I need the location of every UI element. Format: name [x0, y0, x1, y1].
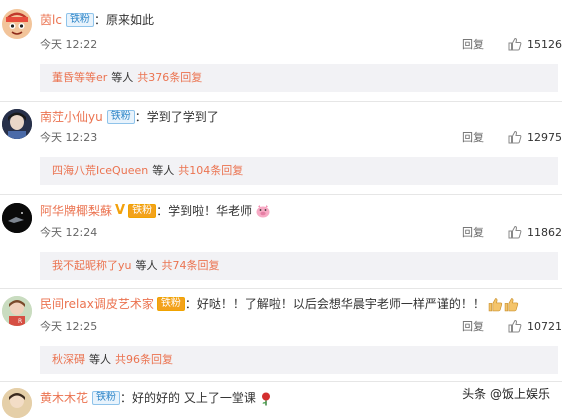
comment-text: ：学到了学到了 — [134, 110, 219, 124]
reply-etc: 等人 — [89, 353, 111, 366]
comment-time: 今天 12:25 — [40, 320, 98, 333]
avatar[interactable] — [2, 388, 32, 418]
svg-text:R: R — [18, 318, 22, 325]
like-thumb-icon[interactable] — [508, 225, 522, 239]
reply-user[interactable]: 秋深碍 — [52, 353, 85, 366]
username[interactable]: 民间relax调皮艺术家 — [40, 295, 154, 313]
reply-count-link[interactable]: 共96条回复 — [115, 353, 173, 366]
reply-etc: 等人 — [111, 71, 134, 84]
like-count: 11862 — [527, 226, 562, 239]
reply-count-link[interactable]: 共104条回复 — [178, 164, 243, 177]
reply-summary[interactable]: 我不起昵称了yu 等人 共74条回复 — [40, 252, 558, 280]
username[interactable]: 南茳小仙yu — [40, 108, 103, 126]
fan-badge[interactable]: 铁粉 — [128, 204, 157, 218]
reply-user[interactable]: 董昏等等er — [52, 71, 107, 84]
watermark: 头条 @饭上娱乐 — [458, 384, 554, 403]
fan-badge[interactable]: 铁粉 — [92, 391, 121, 405]
reply-user[interactable]: 四海八荒IceQueen — [52, 164, 148, 177]
reply-button[interactable]: 回复 — [462, 38, 484, 52]
fan-badge[interactable]: 铁粉 — [106, 110, 135, 124]
reply-summary[interactable]: 董昏等等er 等人 共376条回复 — [40, 64, 558, 92]
username[interactable]: 茵lc — [40, 11, 62, 29]
avatar[interactable] — [2, 109, 32, 139]
like-count: 12975 — [527, 131, 562, 144]
thumbs-up-emoji-icon — [488, 297, 503, 311]
reply-count-link[interactable]: 共376条回复 — [137, 71, 202, 84]
reply-summary[interactable]: 四海八荒IceQueen 等人 共104条回复 — [40, 157, 558, 185]
pig-emoji-icon — [256, 205, 270, 218]
like-count: 10721 — [527, 320, 562, 333]
rose-emoji-icon — [261, 392, 270, 405]
reply-button[interactable]: 回复 — [462, 226, 484, 240]
username[interactable]: 阿华牌椰梨蘇 — [40, 202, 112, 220]
divider — [0, 101, 562, 102]
reply-user[interactable]: 我不起昵称了yu — [52, 259, 131, 272]
fan-badge[interactable]: 铁粉 — [156, 297, 185, 311]
fan-badge[interactable]: 铁粉 — [65, 13, 94, 27]
like-thumb-icon[interactable] — [508, 37, 522, 51]
comment-text: ：原来如此 — [93, 13, 154, 27]
comment-text: ：好的好的 又上了一堂课 — [120, 391, 256, 405]
reply-summary[interactable]: 秋深碍 等人 共96条回复 — [40, 346, 558, 374]
reply-etc: 等人 — [135, 259, 158, 272]
comment-time: 今天 12:22 — [40, 38, 98, 51]
divider — [0, 288, 562, 289]
like-thumb-icon[interactable] — [508, 319, 522, 333]
reply-button[interactable]: 回复 — [462, 131, 484, 145]
reply-count-link[interactable]: 共74条回复 — [161, 259, 219, 272]
comment-time: 今天 12:23 — [40, 131, 98, 144]
avatar[interactable]: R — [2, 296, 32, 326]
comment-time: 今天 12:24 — [40, 226, 98, 239]
like-thumb-icon[interactable] — [508, 130, 522, 144]
comment-text: ：好哒！！了解啦！以后会想华晨宇老师一样严谨的！！ — [184, 297, 485, 311]
divider — [0, 194, 562, 195]
comment-text: ：学到啦！华老师 — [156, 204, 253, 218]
vip-v-icon: V — [115, 203, 126, 218]
thumbs-up-emoji-icon — [504, 297, 519, 311]
divider — [0, 381, 562, 382]
avatar[interactable] — [2, 9, 32, 39]
avatar[interactable] — [2, 203, 32, 233]
like-count: 15126 — [527, 38, 562, 51]
reply-etc: 等人 — [152, 164, 175, 177]
username[interactable]: 黄木木花 — [40, 389, 88, 407]
reply-button[interactable]: 回复 — [462, 320, 484, 334]
